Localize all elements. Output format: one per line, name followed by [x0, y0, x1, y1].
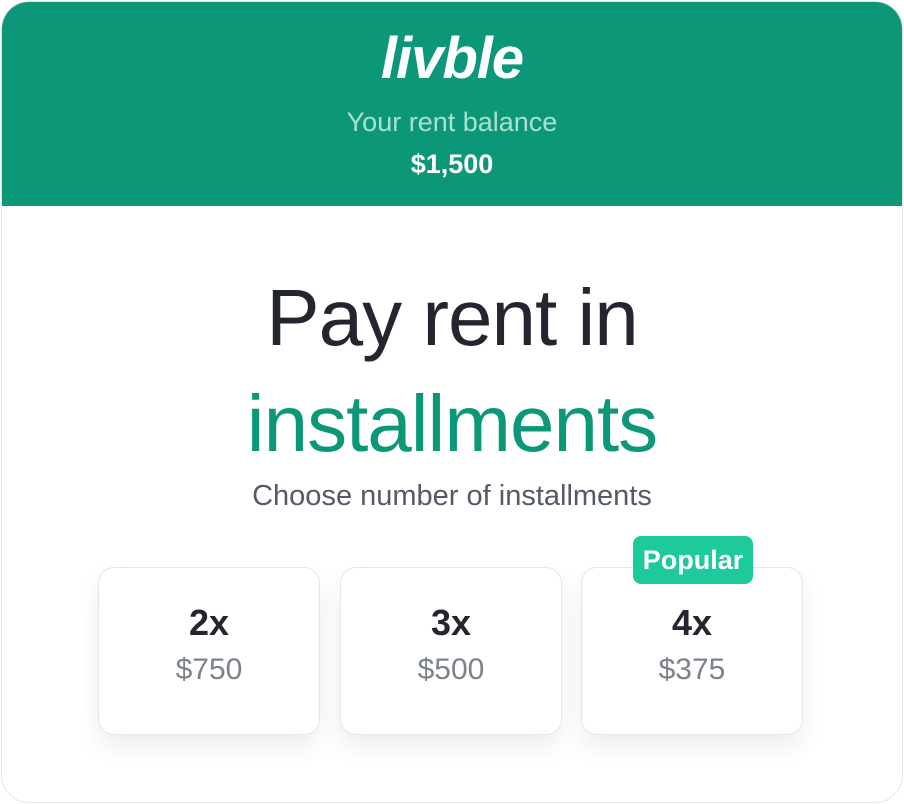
- popular-badge: Popular: [633, 536, 753, 584]
- page-subtitle: Choose number of installments: [252, 480, 652, 512]
- rent-balance-label: Your rent balance: [346, 107, 558, 137]
- page-title: Pay rent in: [266, 273, 638, 362]
- rent-balance-value: $1,500: [410, 149, 494, 179]
- installment-option-3x[interactable]: 3x $500: [340, 567, 562, 735]
- installment-count: 3x: [430, 602, 472, 643]
- livble-logo: livble: [380, 26, 524, 91]
- installment-option-4x[interactable]: 4x $375: [581, 567, 803, 735]
- header-banner: livble Your rent balance $1,500: [2, 2, 902, 206]
- installment-count: 4x: [671, 602, 713, 643]
- installment-option-2x[interactable]: 2x $750: [98, 567, 320, 735]
- installment-amount: $750: [175, 653, 243, 686]
- page-title-highlight: installments: [246, 379, 658, 468]
- installment-count: 2x: [188, 602, 230, 643]
- installment-amount: $375: [658, 653, 726, 686]
- installment-amount: $500: [417, 653, 485, 686]
